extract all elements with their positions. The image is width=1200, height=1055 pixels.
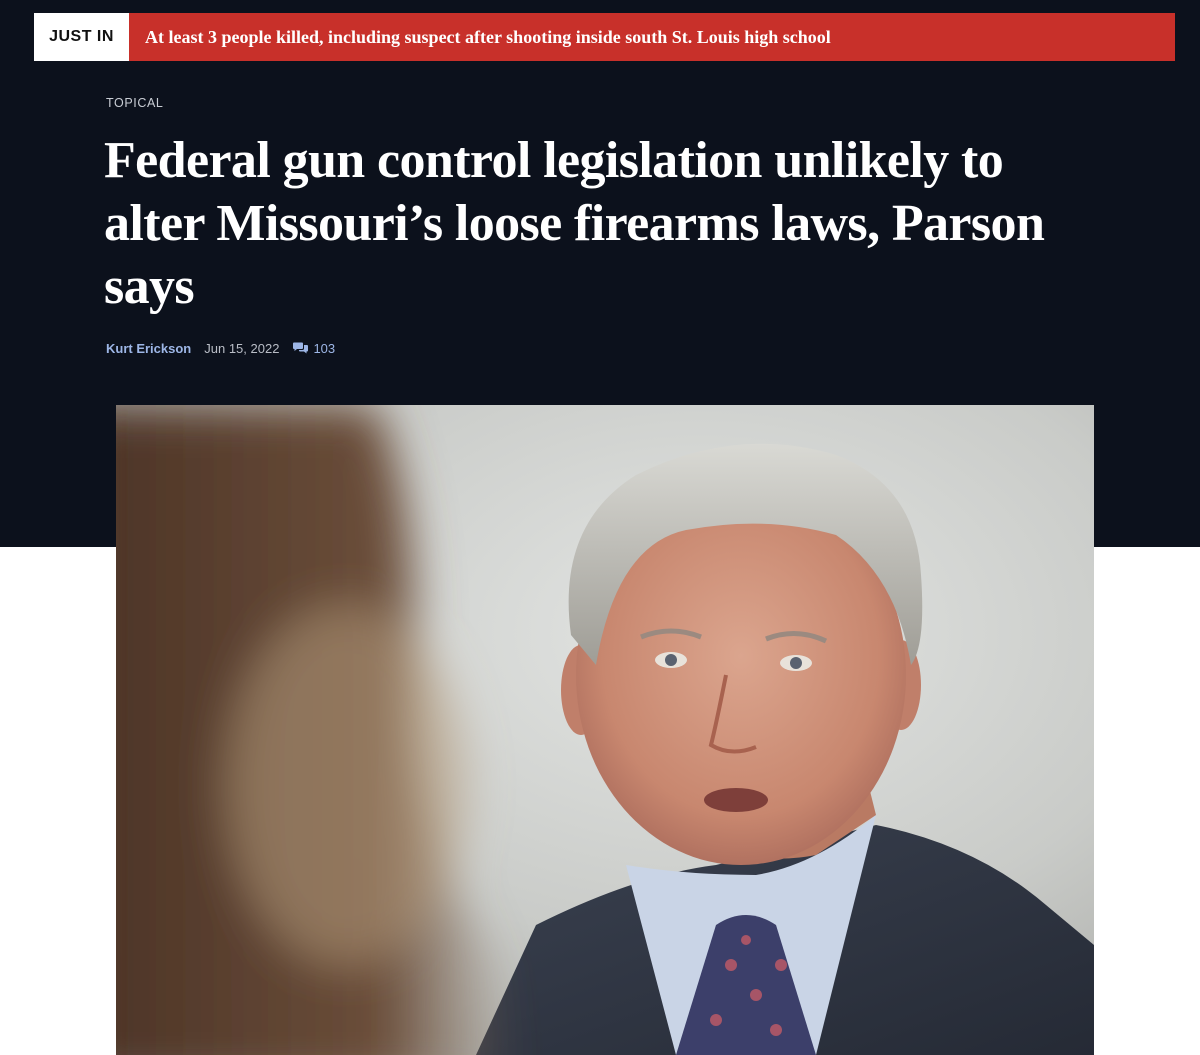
breaking-news-bar[interactable]: JUST IN At least 3 people killed, includ… bbox=[34, 13, 1175, 61]
breaking-news-link[interactable]: At least 3 people killed, including susp… bbox=[129, 13, 1175, 61]
photo-illustration bbox=[116, 405, 1094, 1055]
byline: Kurt Erickson Jun 15, 2022 103 bbox=[106, 339, 335, 357]
comment-count: 103 bbox=[313, 340, 336, 356]
breaking-news-label: JUST IN bbox=[34, 13, 129, 61]
article-photo[interactable] bbox=[116, 405, 1094, 1055]
comments-link[interactable]: 103 bbox=[292, 341, 335, 356]
article-headline: Federal gun control legislation unlikely… bbox=[104, 132, 1045, 315]
section-label[interactable]: TOPICAL bbox=[106, 96, 163, 110]
article-page: JUST IN At least 3 people killed, includ… bbox=[0, 0, 1200, 1055]
author-link[interactable]: Kurt Erickson bbox=[106, 341, 191, 356]
speech-bubbles-icon bbox=[292, 342, 309, 355]
publish-date: Jun 15, 2022 bbox=[204, 340, 280, 356]
